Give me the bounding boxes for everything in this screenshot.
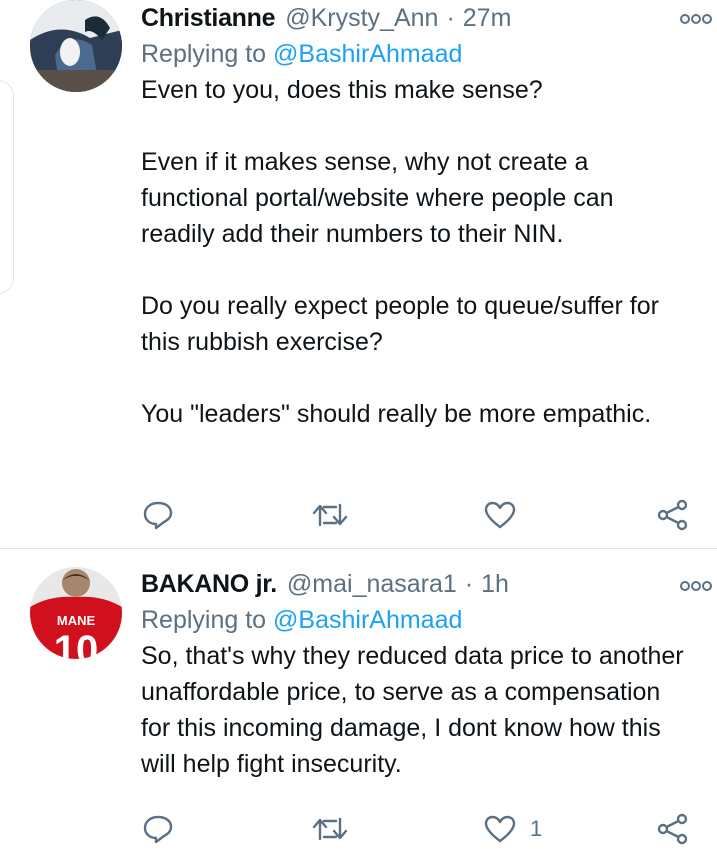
like-button[interactable] — [484, 495, 530, 535]
replying-to-label: Replying to — [141, 40, 274, 68]
like-count: 1 — [530, 816, 543, 841]
tweet-header: Christianne @Krysty_Ann · 27m — [141, 0, 693, 36]
tweet-text: So, that's why they reduced data price t… — [141, 642, 691, 778]
retweet-icon — [312, 817, 348, 841]
tweet-actions — [134, 495, 704, 535]
tweet-header: BAKANO jr. @mai_nasara1 · 1h — [141, 566, 693, 602]
heart-icon — [484, 501, 516, 529]
more-options-icon[interactable] — [679, 579, 713, 599]
tweet-text: Even to you, does this make sense? Even … — [141, 76, 659, 428]
user-handle[interactable]: @Krysty_Ann — [285, 4, 438, 33]
display-name[interactable]: Christianne — [141, 4, 276, 33]
more-options-icon[interactable] — [679, 12, 713, 32]
timestamp[interactable]: 1h — [481, 570, 509, 599]
retweet-icon — [312, 503, 348, 527]
tweet-actions: 1 — [134, 809, 704, 849]
timestamp[interactable]: 27m — [463, 4, 512, 33]
user-handle[interactable]: @mai_nasara1 — [287, 570, 457, 599]
avatar[interactable]: MANE 10 — [30, 567, 122, 659]
tweet[interactable]: MANE 10 BAKANO jr. @mai_nasara1 · 1h Rep… — [0, 549, 717, 865]
replying-to-label: Replying to — [141, 606, 274, 634]
replying-to: Replying to @BashirAhmaad — [141, 36, 693, 72]
avatar-jersey-name: MANE — [57, 613, 96, 628]
separator-dot: · — [464, 569, 474, 598]
reply-button[interactable] — [142, 495, 174, 535]
avatar-jersey-number: 10 — [54, 628, 99, 659]
tweet[interactable]: Christianne @Krysty_Ann · 27m Replying t… — [0, 0, 717, 548]
mention-link[interactable]: @BashirAhmaad — [273, 40, 462, 68]
replying-to: Replying to @BashirAhmaad — [141, 602, 693, 638]
share-button[interactable] — [656, 495, 690, 535]
separator-dot: · — [446, 3, 455, 32]
reply-icon — [143, 501, 173, 530]
display-name[interactable]: BAKANO jr. — [141, 570, 277, 599]
share-icon — [657, 499, 688, 531]
mention-link[interactable]: @BashirAhmaad — [273, 606, 462, 634]
heart-icon — [484, 815, 516, 843]
reply-icon — [143, 815, 173, 844]
like-button[interactable]: 1 — [484, 809, 542, 849]
share-icon — [657, 813, 688, 845]
reply-button[interactable] — [142, 809, 174, 849]
share-button[interactable] — [656, 809, 690, 849]
avatar[interactable] — [30, 0, 122, 92]
retweet-button[interactable] — [312, 495, 348, 535]
retweet-button[interactable] — [312, 809, 348, 849]
